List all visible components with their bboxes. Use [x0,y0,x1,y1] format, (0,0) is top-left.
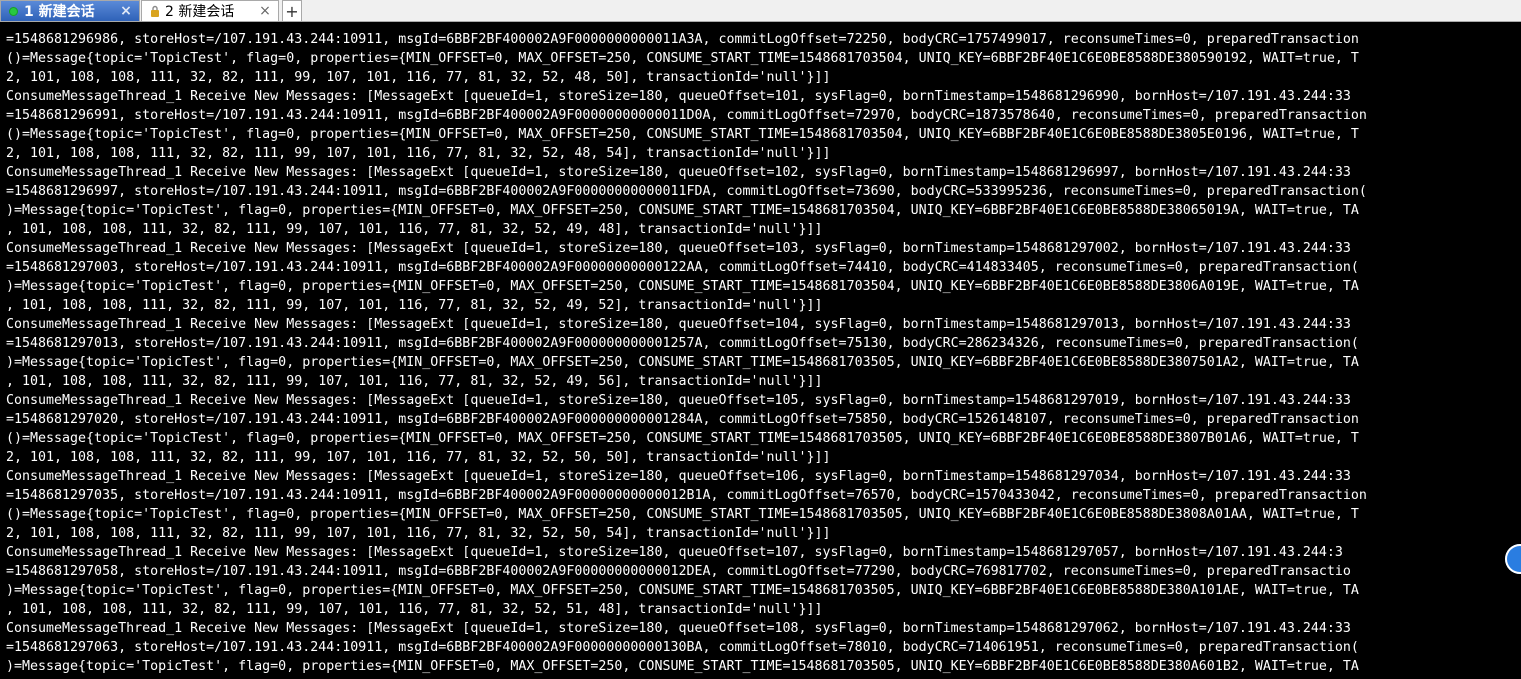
terminal-line: ()=Message{topic='TopicTest', flag=0, pr… [6,507,1359,522]
terminal-line: 2, 101, 108, 108, 111, 32, 82, 111, 99, … [6,450,831,465]
terminal-line: ()=Message{topic='TopicTest', flag=0, pr… [6,431,1359,446]
terminal-line: ConsumeMessageThread_1 Receive New Messa… [6,165,1351,180]
tab-session-1-close-icon[interactable]: × [119,4,133,18]
terminal-line: ConsumeMessageThread_1 Receive New Messa… [6,545,1343,560]
terminal-line: )=Message{topic='TopicTest', flag=0, pro… [6,583,1359,598]
terminal-line: 2, 101, 108, 108, 111, 32, 82, 111, 99, … [6,526,831,541]
terminal-line: 2, 101, 108, 108, 111, 32, 82, 111, 99, … [6,146,831,161]
terminal-output[interactable]: =1548681296986, storeHost=/107.191.43.24… [0,22,1521,679]
terminal-line: ConsumeMessageThread_1 Receive New Messa… [6,241,1351,256]
terminal-line: , 101, 108, 108, 111, 32, 82, 111, 99, 1… [6,222,823,237]
terminal-line: =1548681297063, storeHost=/107.191.43.24… [6,640,1359,655]
terminal-line: ConsumeMessageThread_1 Receive New Messa… [6,469,1351,484]
terminal-line: , 101, 108, 108, 111, 32, 82, 111, 99, 1… [6,602,823,617]
lock-icon [151,5,159,17]
terminal-line: =1548681297013, storeHost=/107.191.43.24… [6,336,1359,351]
terminal-line: ConsumeMessageThread_1 Receive New Messa… [6,89,1351,104]
terminal-line: 2, 101, 108, 108, 111, 32, 82, 111, 99, … [6,70,831,85]
terminal-line: )=Message{topic='TopicTest', flag=0, pro… [6,203,1359,218]
terminal-line: =1548681296997, storeHost=/107.191.43.24… [6,184,1367,199]
tab-session-2-close-icon[interactable]: × [258,4,272,18]
terminal-line: ConsumeMessageThread_1 Receive New Messa… [6,393,1351,408]
connected-status-icon [9,6,18,16]
session-tab-bar: 1 新建会话 × 2 新建会话 × + [0,0,1521,22]
tab-session-1-label: 1 新建会话 [24,4,95,20]
tab-session-2[interactable]: 2 新建会话 × [141,0,279,21]
terminal-line: =1548681297058, storeHost=/107.191.43.24… [6,564,1351,579]
terminal-line: )=Message{topic='TopicTest', flag=0, pro… [6,279,1359,294]
tab-session-1[interactable]: 1 新建会话 × [0,0,140,21]
terminal-line: )=Message{topic='TopicTest', flag=0, pro… [6,355,1359,370]
terminal-line: =1548681297035, storeHost=/107.191.43.24… [6,488,1367,503]
new-tab-button[interactable]: + [282,0,302,21]
terminal-line: =1548681296991, storeHost=/107.191.43.24… [6,108,1367,123]
terminal-line: , 101, 108, 108, 111, 32, 82, 111, 99, 1… [6,374,823,389]
terminal-line: =1548681296986, storeHost=/107.191.43.24… [6,32,1359,47]
terminal-line: ()=Message{topic='TopicTest', flag=0, pr… [6,127,1359,142]
terminal-line: =1548681297020, storeHost=/107.191.43.24… [6,412,1359,427]
tab-session-2-label: 2 新建会话 [165,4,235,20]
terminal-line: , 101, 108, 108, 111, 32, 82, 111, 99, 1… [6,298,823,313]
terminal-line: ()=Message{topic='TopicTest', flag=0, pr… [6,51,1359,66]
terminal-line: ConsumeMessageThread_1 Receive New Messa… [6,621,1351,636]
terminal-line: ConsumeMessageThread_1 Receive New Messa… [6,317,1351,332]
terminal-line: =1548681297003, storeHost=/107.191.43.24… [6,260,1359,275]
terminal-line: )=Message{topic='TopicTest', flag=0, pro… [6,659,1359,674]
